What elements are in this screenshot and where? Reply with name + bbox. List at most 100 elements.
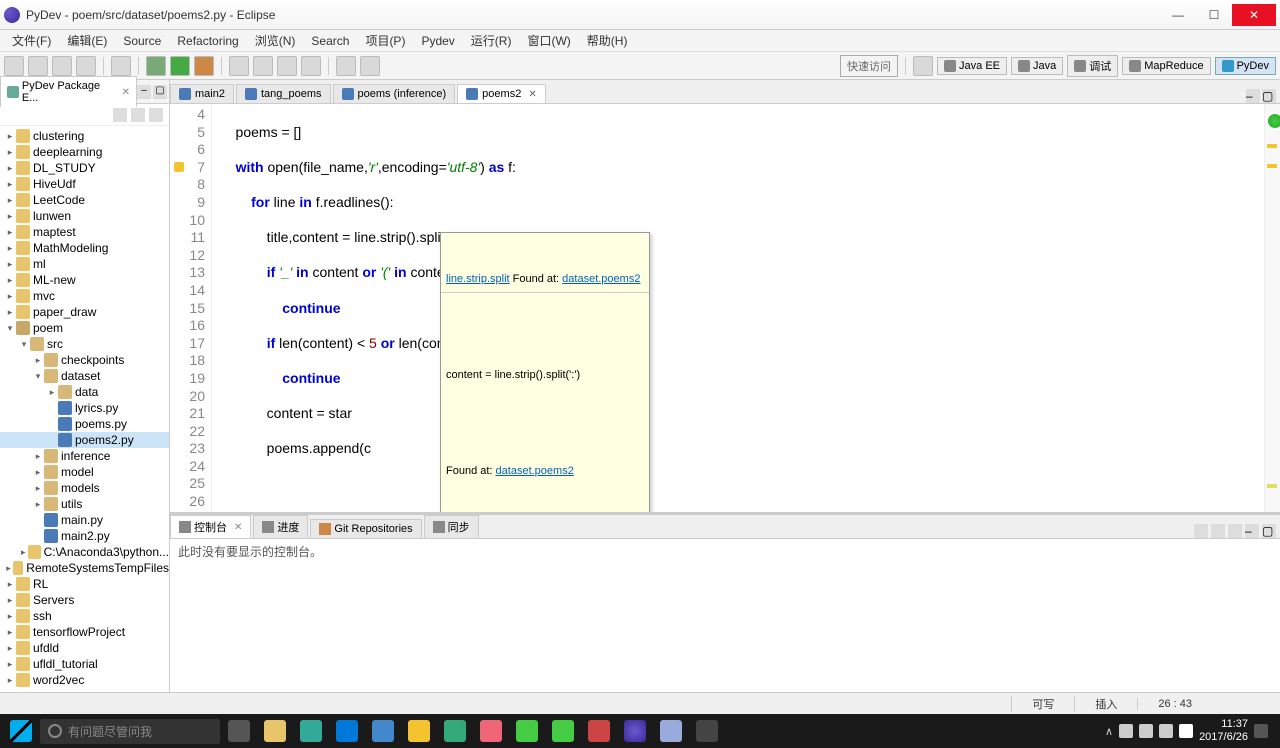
tree-item-mvc[interactable]: ▸mvc (0, 288, 169, 304)
taskbar-app[interactable] (402, 717, 436, 745)
notifications-icon[interactable] (1254, 724, 1268, 738)
system-tray[interactable]: ∧ 11:37 2017/6/26 (1105, 718, 1276, 744)
debug-button[interactable] (146, 56, 166, 76)
taskbar-app[interactable] (654, 717, 688, 745)
openconsole-button[interactable] (1228, 524, 1242, 538)
tray-icon[interactable] (1159, 724, 1173, 738)
menu-project[interactable]: 项目(P) (357, 30, 413, 51)
tree-item-MathModeling[interactable]: ▸MathModeling (0, 240, 169, 256)
new-button[interactable] (4, 56, 24, 76)
tooltip-loc-link2[interactable]: dataset.poems2 (496, 465, 574, 477)
menu-pydev[interactable]: Pydev (413, 32, 462, 50)
minimize-view-button[interactable]: – (137, 85, 151, 99)
minimize-button[interactable]: — (1160, 4, 1196, 26)
tree-item-paper_draw[interactable]: ▸paper_draw (0, 304, 169, 320)
tool-button[interactable] (229, 56, 249, 76)
perspective-pydev[interactable]: PyDev (1215, 57, 1276, 75)
taskbar-clock[interactable]: 11:37 2017/6/26 (1199, 718, 1248, 744)
minimize-editor-button[interactable]: – (1246, 89, 1260, 103)
tree-item-maptest[interactable]: ▸maptest (0, 224, 169, 240)
runlast-button[interactable] (194, 56, 214, 76)
tree-item-utils[interactable]: ▸utils (0, 496, 169, 512)
tree-item-RemoteSystemsTempFiles[interactable]: ▸RemoteSystemsTempFiles (0, 560, 169, 576)
taskbar-app[interactable] (330, 717, 364, 745)
taskbar-app[interactable] (690, 717, 724, 745)
tooltip-loc-link[interactable]: dataset.poems2 (562, 273, 640, 285)
fwd-button[interactable] (360, 56, 380, 76)
tab-poems2[interactable]: poems2✕ (457, 84, 546, 103)
save-button[interactable] (28, 56, 48, 76)
perspective-mapreduce[interactable]: MapReduce (1122, 57, 1210, 75)
tree-item-clustering[interactable]: ▸clustering (0, 128, 169, 144)
taskview-button[interactable] (222, 717, 256, 745)
maximize-view-button[interactable]: ▢ (153, 85, 167, 99)
tree-item-inference[interactable]: ▸inference (0, 448, 169, 464)
tree-item-lyrics-py[interactable]: lyrics.py (0, 400, 169, 416)
tree-item-main-py[interactable]: main.py (0, 512, 169, 528)
tree-item-ufldl_tutorial[interactable]: ▸ufldl_tutorial (0, 656, 169, 672)
link-button[interactable] (131, 108, 145, 122)
tree-item-src[interactable]: ▾src (0, 336, 169, 352)
close-tab-icon[interactable]: ✕ (528, 89, 536, 100)
tree-item-models[interactable]: ▸models (0, 480, 169, 496)
perspective-debug[interactable]: 调试 (1067, 55, 1118, 77)
taskbar-app[interactable] (258, 717, 292, 745)
menu-search[interactable]: Search (303, 32, 357, 50)
tree-item-deeplearning[interactable]: ▸deeplearning (0, 144, 169, 160)
tree-item-dataset[interactable]: ▾dataset (0, 368, 169, 384)
menu-run[interactable]: 运行(R) (463, 30, 520, 51)
displaybtn[interactable] (1211, 524, 1225, 538)
undo-button[interactable] (111, 56, 131, 76)
tree-item-ssh[interactable]: ▸ssh (0, 608, 169, 624)
menu-navigate[interactable]: 浏览(N) (247, 30, 304, 51)
taskbar-app[interactable] (618, 717, 652, 745)
tooltip-link[interactable]: line.strip.split (446, 273, 510, 285)
overview-ruler[interactable] (1264, 104, 1280, 512)
tree-item-ufdld[interactable]: ▸ufdld (0, 640, 169, 656)
taskbar-app[interactable] (474, 717, 508, 745)
saveall-button[interactable] (52, 56, 72, 76)
tree-item-main2-py[interactable]: main2.py (0, 528, 169, 544)
tree-item-word2vec[interactable]: ▸word2vec (0, 672, 169, 688)
tool-button[interactable] (301, 56, 321, 76)
tab-progress[interactable]: 进度 (253, 515, 308, 538)
tree-item-tensorflowProject[interactable]: ▸tensorflowProject (0, 624, 169, 640)
taskbar-app[interactable] (438, 717, 472, 745)
tab-git[interactable]: Git Repositories (310, 519, 421, 538)
tree-item-LeetCode[interactable]: ▸LeetCode (0, 192, 169, 208)
taskbar-app[interactable] (582, 717, 616, 745)
maximize-editor-button[interactable]: ▢ (1262, 89, 1276, 103)
menu-source[interactable]: Source (115, 32, 169, 50)
code-editor[interactable]: 456 789 101112 131415 161718 192021 2223… (170, 104, 1280, 512)
menu-window[interactable]: 窗口(W) (519, 30, 578, 51)
tree-item-HiveUdf[interactable]: ▸HiveUdf (0, 176, 169, 192)
print-button[interactable] (76, 56, 96, 76)
tab-poems-inference[interactable]: poems (inference) (333, 84, 456, 103)
perspective-java[interactable]: Java (1011, 57, 1063, 75)
tab-tang-poems[interactable]: tang_poems (236, 84, 331, 103)
tree-item-RL[interactable]: ▸RL (0, 576, 169, 592)
menu-file[interactable]: 文件(F) (4, 30, 59, 51)
tool-button[interactable] (277, 56, 297, 76)
tree-item-Servers[interactable]: ▸Servers (0, 592, 169, 608)
tray-icon[interactable] (1119, 724, 1133, 738)
menu-help[interactable]: 帮助(H) (579, 30, 636, 51)
tree-item-DL_STUDY[interactable]: ▸DL_STUDY (0, 160, 169, 176)
tool-button[interactable] (253, 56, 273, 76)
tray-icon[interactable] (1139, 724, 1153, 738)
tree-item-data[interactable]: ▸data (0, 384, 169, 400)
cortana-search[interactable]: 有问题尽管问我 (40, 719, 220, 744)
start-button[interactable] (4, 717, 38, 745)
tree-item-lunwen[interactable]: ▸lunwen (0, 208, 169, 224)
run-button[interactable] (170, 56, 190, 76)
quick-access[interactable]: 快速访问 (840, 55, 898, 77)
explorer-tab[interactable]: PyDev Package E... ✕ (0, 76, 137, 107)
close-button[interactable]: ✕ (1232, 4, 1276, 26)
taskbar-app[interactable] (510, 717, 544, 745)
maximize-button[interactable]: ☐ (1196, 4, 1232, 26)
tree-item-ml[interactable]: ▸ml (0, 256, 169, 272)
ime-icon[interactable] (1179, 724, 1193, 738)
tab-main2[interactable]: main2 (170, 84, 234, 103)
project-tree[interactable]: ▸clustering▸deeplearning▸DL_STUDY▸HiveUd… (0, 126, 169, 692)
pin-button[interactable] (1194, 524, 1208, 538)
